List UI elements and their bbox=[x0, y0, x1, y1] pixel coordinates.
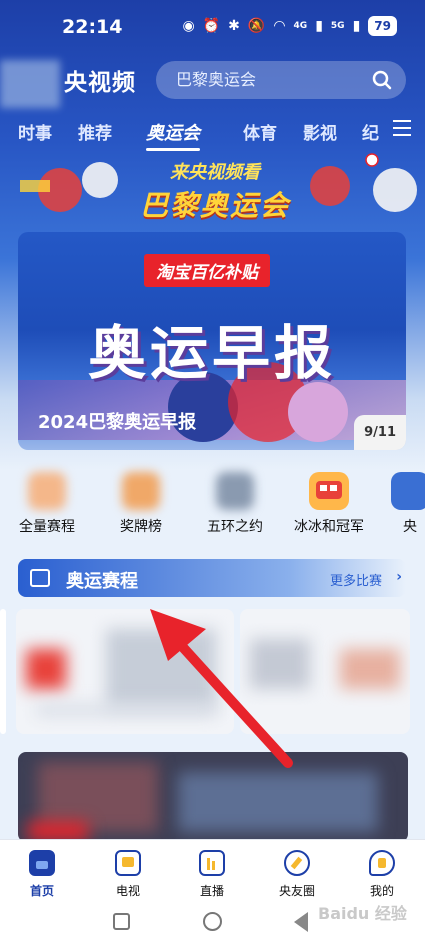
calendar-icon bbox=[30, 569, 50, 587]
shortcut-more[interactable]: 央 bbox=[380, 472, 425, 536]
nav-community[interactable]: 央友圈 bbox=[262, 850, 332, 899]
nav-profile[interactable]: 我的 bbox=[347, 850, 417, 899]
tab-recommend[interactable]: 推荐 bbox=[78, 119, 112, 144]
shortcut-label: 全量赛程 bbox=[19, 519, 75, 535]
nav-tv[interactable]: 电视 bbox=[93, 850, 163, 899]
shortcut-label: 冰冰和冠军 bbox=[294, 519, 364, 535]
network-5g-label: 5G bbox=[330, 21, 345, 31]
chevron-right-icon[interactable]: › bbox=[396, 569, 402, 585]
status-time: 22:14 bbox=[62, 16, 123, 38]
nav-label: 我的 bbox=[369, 884, 394, 898]
bus-icon bbox=[309, 472, 349, 510]
nav-label: 电视 bbox=[115, 884, 140, 898]
tab-sports[interactable]: 体育 bbox=[243, 119, 277, 144]
search-placeholder: 巴黎奥运会 bbox=[176, 70, 257, 89]
bluetooth-icon: ✱ bbox=[228, 18, 240, 34]
profile-icon bbox=[369, 850, 395, 876]
shortcut-label: 央 bbox=[403, 519, 417, 535]
wifi-icon: ◠ bbox=[273, 18, 286, 34]
nav-live[interactable]: 直播 bbox=[177, 850, 247, 899]
tab-news[interactable]: 时事 bbox=[18, 119, 52, 144]
menu-icon[interactable] bbox=[393, 120, 411, 136]
shortcut-champions[interactable]: 冰冰和冠军 bbox=[286, 472, 372, 536]
tab-movies[interactable]: 影视 bbox=[303, 119, 337, 144]
app-name: 央视频 bbox=[64, 70, 136, 96]
shortcut-medals[interactable]: 奖牌榜 bbox=[98, 472, 184, 536]
category-tabs: 时事 推荐 奥运会 体育 影视 纪 bbox=[0, 110, 425, 151]
banner-sponsor-tag: 淘宝百亿补贴 bbox=[144, 254, 270, 287]
schedule-icon bbox=[28, 472, 66, 510]
tab-documentary[interactable]: 纪 bbox=[362, 119, 379, 144]
banner-caption: 2024巴黎奥运早报 bbox=[38, 412, 197, 433]
nav-label: 直播 bbox=[199, 884, 224, 898]
tab-olympics[interactable]: 奥运会 bbox=[146, 119, 200, 151]
annotation-arrow bbox=[150, 609, 293, 768]
signal-icon: ▮ bbox=[315, 18, 323, 34]
promo-banner[interactable]: 淘宝百亿补贴 奥运早报 2024巴黎奥运早报 9/11 bbox=[18, 232, 406, 450]
shortcut-label: 五环之约 bbox=[207, 519, 263, 535]
banner-page-counter: 9/11 bbox=[354, 415, 406, 450]
back-button[interactable] bbox=[294, 912, 308, 932]
banner-decoration bbox=[288, 382, 348, 442]
search-icon[interactable] bbox=[372, 70, 392, 90]
shortcut-five-rings[interactable]: 五环之约 bbox=[192, 472, 278, 536]
hero-title-line2: 巴黎奥运会 bbox=[139, 189, 290, 222]
status-bar: 22:14 ◉ ⏰ ✱ 🔕 ◠ 4G ▮ 5G ▮ 79 bbox=[0, 0, 425, 52]
mute-icon: 🔕 bbox=[247, 18, 266, 34]
nav-label: 央友圈 bbox=[278, 884, 315, 898]
shortcut-schedule[interactable]: 全量赛程 bbox=[4, 472, 90, 536]
network-4g-label: 4G bbox=[293, 21, 308, 31]
home-icon bbox=[29, 850, 55, 876]
shortcut-label: 奖牌榜 bbox=[120, 519, 162, 535]
rings-icon bbox=[216, 472, 254, 510]
medal-icon bbox=[122, 472, 160, 510]
match-card-edge bbox=[0, 609, 6, 734]
more-matches-link[interactable]: 更多比赛 bbox=[330, 570, 382, 589]
nav-home[interactable]: 首页 bbox=[7, 850, 77, 899]
battery-indicator: 79 bbox=[368, 16, 397, 36]
alarm-icon: ⏰ bbox=[202, 18, 221, 34]
logo bbox=[0, 60, 60, 108]
recent-apps-button[interactable] bbox=[113, 913, 130, 930]
compass-icon bbox=[284, 850, 310, 876]
home-button[interactable] bbox=[203, 912, 222, 931]
signal-icon-2: ▮ bbox=[352, 18, 361, 34]
tv-icon bbox=[115, 850, 141, 876]
search-input[interactable]: 巴黎奥运会 bbox=[156, 61, 406, 99]
hero-title: 来央视频看 巴黎奥运会 bbox=[120, 158, 310, 224]
hero-title-line1: 来央视频看 bbox=[170, 162, 260, 183]
status-icons: ◉ ⏰ ✱ 🔕 ◠ 4G ▮ 5G ▮ 79 bbox=[182, 16, 397, 36]
watermark: Baidu 经验 bbox=[318, 904, 407, 923]
athlete-icon bbox=[391, 472, 425, 510]
bottom-nav: 首页 电视 直播 央友圈 我的 bbox=[0, 839, 425, 905]
schedule-title: 奥运赛程 bbox=[66, 571, 138, 592]
nav-label: 首页 bbox=[29, 884, 54, 898]
schedule-header[interactable]: 奥运赛程 更多比赛 › bbox=[18, 559, 406, 597]
live-icon bbox=[199, 850, 225, 876]
banner-headline: 奥运早报 bbox=[87, 319, 336, 387]
eye-icon: ◉ bbox=[182, 18, 195, 34]
